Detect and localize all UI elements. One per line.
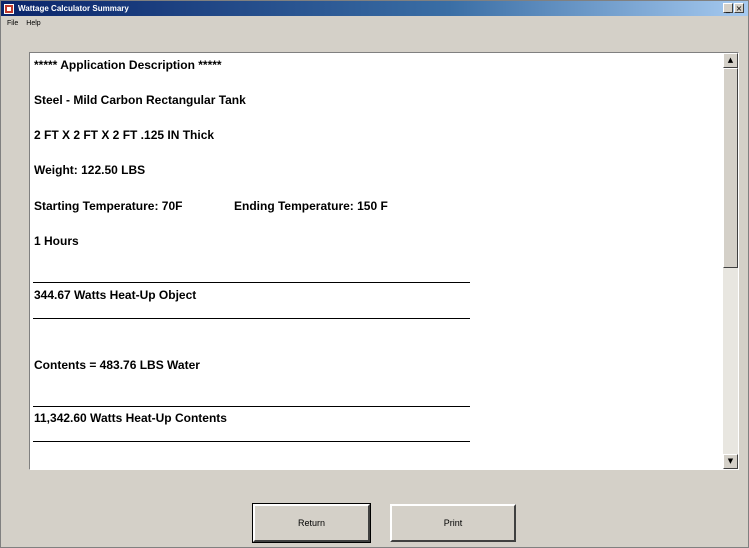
weight-line: Weight: 122.50 LBS	[34, 163, 146, 177]
duration-line: 1 Hours	[34, 234, 79, 248]
window-controls: _ ×	[723, 3, 744, 13]
report-text-area[interactable]: ***** Application Description ***** Stee…	[29, 52, 739, 470]
divider	[33, 318, 470, 319]
scroll-down-icon[interactable]: ▼	[723, 454, 738, 469]
menu-help[interactable]: Help	[26, 20, 40, 27]
start-temperature-line: Starting Temperature: 70F	[34, 199, 183, 213]
close-button[interactable]: ×	[734, 3, 744, 13]
menu-file[interactable]: File	[7, 20, 18, 27]
object-watts-line: 344.67 Watts Heat-Up Object	[34, 288, 197, 302]
scroll-up-icon[interactable]: ▲	[723, 53, 738, 68]
app-icon	[4, 3, 14, 14]
vertical-scrollbar[interactable]: ▲ ▼	[723, 53, 738, 469]
menu-bar: File Help	[1, 16, 748, 30]
scroll-thumb[interactable]	[723, 68, 738, 268]
minimize-button[interactable]: _	[723, 3, 733, 13]
contents-watts-line: 11,342.60 Watts Heat-Up Contents	[34, 411, 227, 425]
print-button[interactable]: Print	[390, 504, 516, 542]
contents-line: Contents = 483.76 LBS Water	[34, 358, 200, 372]
title-bar[interactable]: Wattage Calculator Summary _ ×	[1, 1, 748, 16]
end-temperature-line: Ending Temperature: 150 F	[234, 199, 388, 213]
divider	[33, 441, 470, 442]
report-content: ***** Application Description ***** Stee…	[30, 53, 723, 469]
report-heading: ***** Application Description *****	[34, 58, 222, 72]
window-title: Wattage Calculator Summary	[18, 4, 129, 13]
divider	[33, 282, 470, 283]
material-line: Steel - Mild Carbon Rectangular Tank	[34, 93, 246, 107]
dimensions-line: 2 FT X 2 FT X 2 FT .125 IN Thick	[34, 128, 215, 142]
return-button[interactable]: Return	[252, 503, 371, 543]
divider	[33, 406, 470, 407]
summary-window: Wattage Calculator Summary _ × File Help…	[0, 0, 749, 548]
